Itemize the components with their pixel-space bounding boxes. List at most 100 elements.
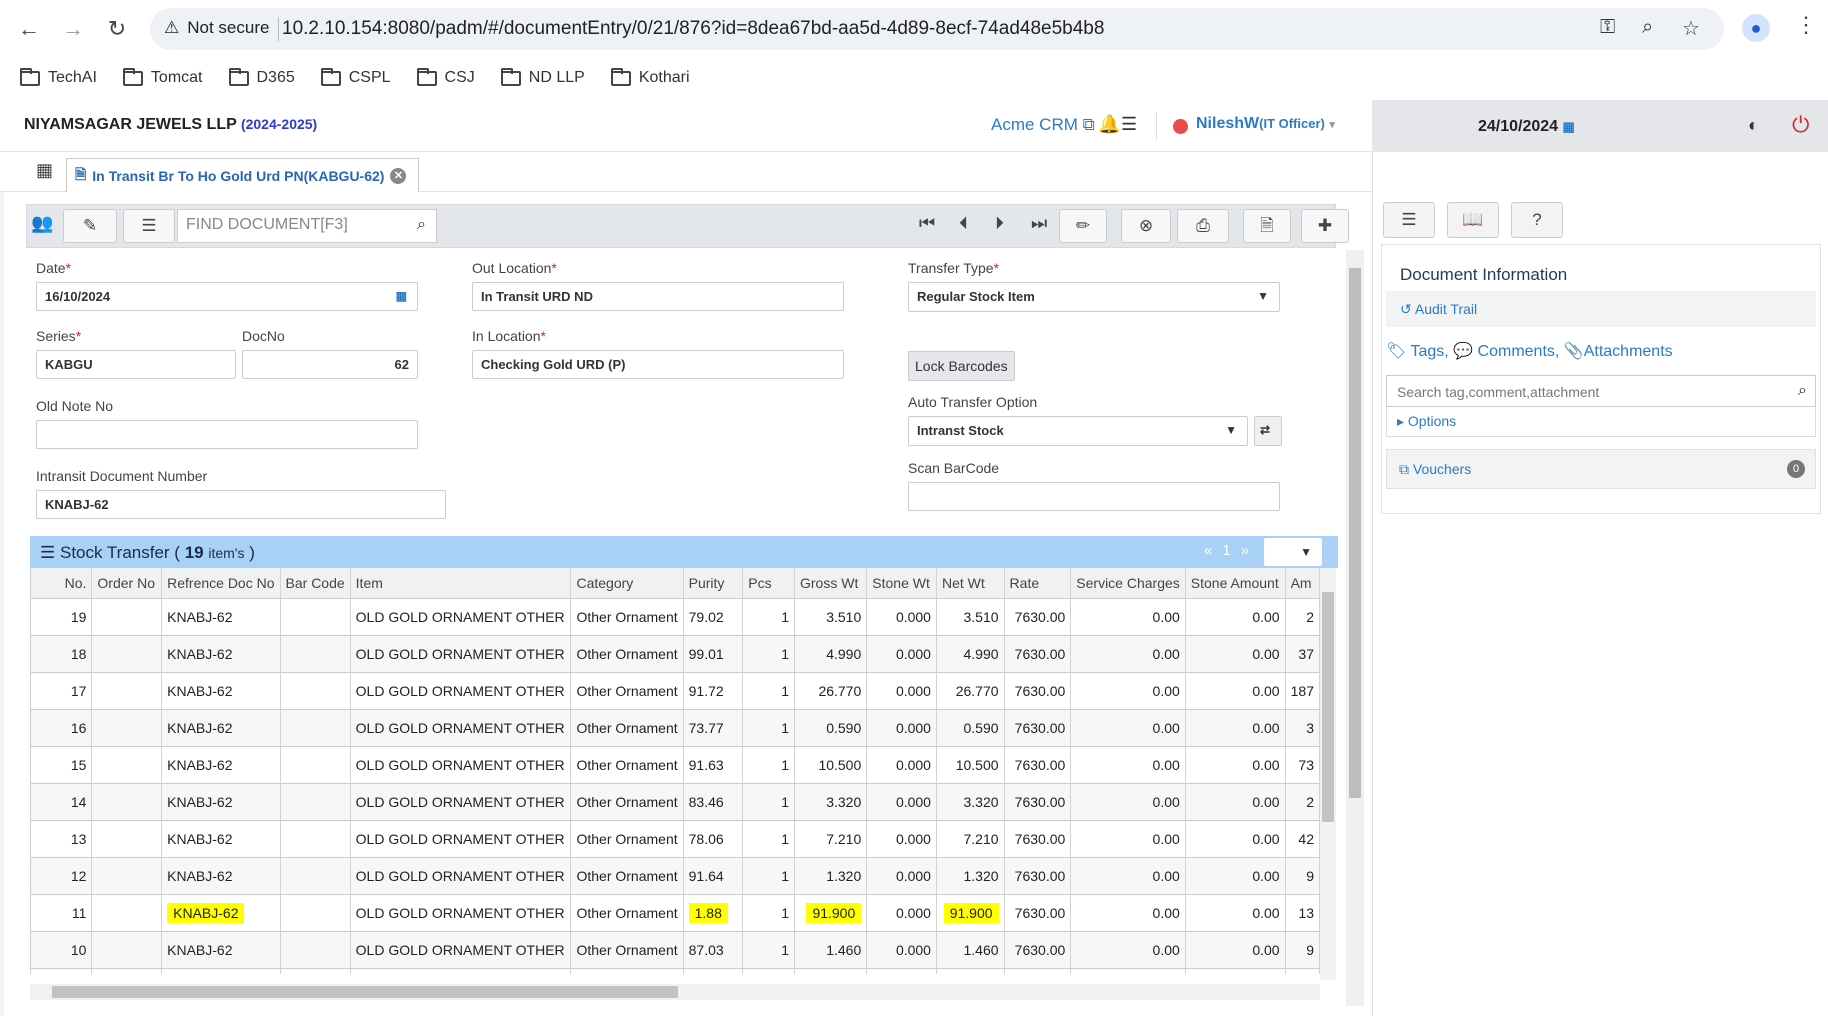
- bookmark-item[interactable]: Kothari: [610, 67, 690, 87]
- power-icon[interactable]: ⏻: [1792, 112, 1809, 138]
- date-field[interactable]: 16/10/2024 ▦: [36, 282, 418, 311]
- table-cell[interactable]: OLD GOLD ORNAMENT OTHER: [350, 672, 572, 710]
- document-tab[interactable]: 🗎 In Transit Br To Ho Gold Urd PN(KABGU-…: [66, 158, 420, 192]
- table-cell[interactable]: 0.00: [1185, 783, 1286, 821]
- table-cell[interactable]: KNABJ-62: [161, 931, 281, 969]
- table-cell[interactable]: [280, 894, 351, 932]
- table-cell[interactable]: 13: [31, 820, 93, 858]
- table-cell[interactable]: [91, 672, 163, 710]
- first-record-icon[interactable]: ⏮: [919, 213, 935, 234]
- table-cell[interactable]: 3: [1285, 709, 1320, 747]
- comments-link[interactable]: 💬 Comments,: [1453, 343, 1559, 360]
- table-cell[interactable]: 2.350: [936, 968, 1005, 974]
- table-cell[interactable]: 91.64: [683, 857, 744, 895]
- auto-transfer-select[interactable]: Intranst Stock ▼: [908, 416, 1248, 446]
- table-cell[interactable]: KNABJ-62: [161, 894, 281, 932]
- table-cell[interactable]: 0.590: [936, 709, 1005, 747]
- table-cell[interactable]: 1: [742, 672, 795, 710]
- bookmark-item[interactable]: Tomcat: [122, 67, 203, 87]
- table-cell[interactable]: 15: [31, 746, 93, 784]
- table-cell[interactable]: 7630.00: [1004, 894, 1072, 932]
- bookmark-item[interactable]: D365: [228, 67, 295, 87]
- out-location-field[interactable]: In Transit URD ND: [472, 282, 844, 311]
- column-header[interactable]: Stone Wt: [866, 568, 937, 599]
- intransit-field[interactable]: KNABJ-62: [36, 490, 446, 519]
- edit-form-button[interactable]: ✎: [63, 209, 117, 243]
- table-cell[interactable]: 0.00: [1185, 857, 1286, 895]
- cancel-document-button[interactable]: ⊗: [1121, 209, 1171, 243]
- table-cell[interactable]: 4.990: [936, 635, 1005, 673]
- table-cell[interactable]: 0.00: [1070, 709, 1186, 747]
- table-cell[interactable]: 79.02: [683, 598, 744, 636]
- table-cell[interactable]: [280, 746, 351, 784]
- table-cell[interactable]: 0.000: [866, 968, 937, 974]
- back-button[interactable]: ←: [14, 14, 44, 44]
- table-cell[interactable]: KNABJ-62: [161, 635, 281, 673]
- table-cell[interactable]: 87.03: [683, 931, 744, 969]
- docno-field[interactable]: 62: [242, 350, 418, 379]
- table-cell[interactable]: OLD GOLD ORNAMENT OTHER: [350, 598, 572, 636]
- table-cell[interactable]: 1: [742, 598, 795, 636]
- table-cell[interactable]: [91, 709, 163, 747]
- table-cell[interactable]: 0.000: [866, 820, 937, 858]
- search-icon[interactable]: ⌕: [1798, 382, 1807, 400]
- scrollbar-thumb[interactable]: [1322, 592, 1334, 822]
- table-row[interactable]: 17 KNABJ-62 OLD GOLD ORNAMENT OTHER Other O…: [31, 672, 1320, 710]
- table-cell[interactable]: 7630.00: [1004, 709, 1072, 747]
- table-row[interactable]: 12 KNABJ-62 OLD GOLD ORNAMENT OTHER Other O…: [31, 857, 1320, 895]
- hide-eye-icon[interactable]: ◐: [1748, 115, 1759, 136]
- column-header[interactable]: Gross Wt: [794, 568, 868, 599]
- table-cell[interactable]: Other Ornament: [570, 931, 684, 969]
- column-header[interactable]: Item: [350, 568, 572, 599]
- bookmark-item[interactable]: CSPL: [320, 67, 391, 87]
- table-cell[interactable]: 11: [31, 894, 93, 932]
- column-header[interactable]: Am: [1285, 568, 1320, 599]
- table-cell[interactable]: 0.000: [866, 857, 937, 895]
- table-cell[interactable]: 0.00: [1185, 820, 1286, 858]
- table-cell[interactable]: 7630.00: [1004, 746, 1072, 784]
- old-note-field[interactable]: [36, 420, 418, 449]
- table-cell[interactable]: OLD GOLD ORNAMENT OTHER: [350, 931, 572, 969]
- table-cell[interactable]: 7630.00: [1004, 783, 1072, 821]
- table-cell[interactable]: [280, 709, 351, 747]
- table-cell[interactable]: [91, 746, 163, 784]
- prev-page-icon[interactable]: «: [1204, 542, 1222, 559]
- table-cell[interactable]: 7.210: [936, 820, 1005, 858]
- table-cell[interactable]: 10.500: [936, 746, 1005, 784]
- table-cell[interactable]: Other Ornament: [570, 820, 684, 858]
- table-cell[interactable]: 0.000: [866, 635, 937, 673]
- table-cell[interactable]: 91.63: [683, 746, 744, 784]
- table-cell[interactable]: 14: [31, 783, 93, 821]
- table-cell[interactable]: [280, 820, 351, 858]
- table-cell[interactable]: OLD GOLD ORNAMENT OTHER: [350, 783, 572, 821]
- bookmark-item[interactable]: TechAI: [20, 67, 97, 87]
- table-cell[interactable]: 10.500: [794, 746, 868, 784]
- table-cell[interactable]: Other Ornament: [570, 635, 684, 673]
- table-cell[interactable]: [280, 672, 351, 710]
- table-cell[interactable]: 26.770: [936, 672, 1005, 710]
- table-cell[interactable]: OLD GOLD ORNAMENT OTHER: [350, 820, 572, 858]
- column-header[interactable]: Stone Amount: [1185, 568, 1286, 599]
- url-text[interactable]: 10.2.10.154:8080/padm/#/documentEntry/0/…: [282, 18, 1104, 40]
- table-cell[interactable]: 187: [1285, 672, 1320, 710]
- table-cell[interactable]: 4.990: [794, 635, 868, 673]
- list-menu-icon[interactable]: ☰: [1121, 114, 1137, 135]
- table-cell[interactable]: 26.770: [794, 672, 868, 710]
- table-cell[interactable]: 1.460: [794, 931, 868, 969]
- table-cell[interactable]: 0.00: [1185, 598, 1286, 636]
- table-cell[interactable]: [280, 931, 351, 969]
- table-cell[interactable]: Other Ornament: [570, 672, 684, 710]
- table-cell[interactable]: 1: [742, 820, 795, 858]
- security-indicator[interactable]: ⚠ Not secure: [164, 18, 269, 38]
- table-cell[interactable]: 10: [31, 931, 93, 969]
- table-cell[interactable]: 0.00: [1070, 672, 1186, 710]
- table-cell[interactable]: 0.000: [866, 746, 937, 784]
- last-record-icon[interactable]: ⏭: [1031, 213, 1047, 234]
- table-cell[interactable]: 1: [742, 746, 795, 784]
- key-icon[interactable]: ⚿: [1600, 16, 1615, 39]
- table-cell[interactable]: 1: [742, 968, 795, 974]
- table-row[interactable]: 11 KNABJ-62 OLD GOLD ORNAMENT OTHER Other O…: [31, 894, 1320, 932]
- table-cell[interactable]: 0.00: [1070, 598, 1186, 636]
- table-row[interactable]: 19 KNABJ-62 OLD GOLD ORNAMENT OTHER Other O…: [31, 598, 1320, 636]
- table-cell[interactable]: 1: [742, 709, 795, 747]
